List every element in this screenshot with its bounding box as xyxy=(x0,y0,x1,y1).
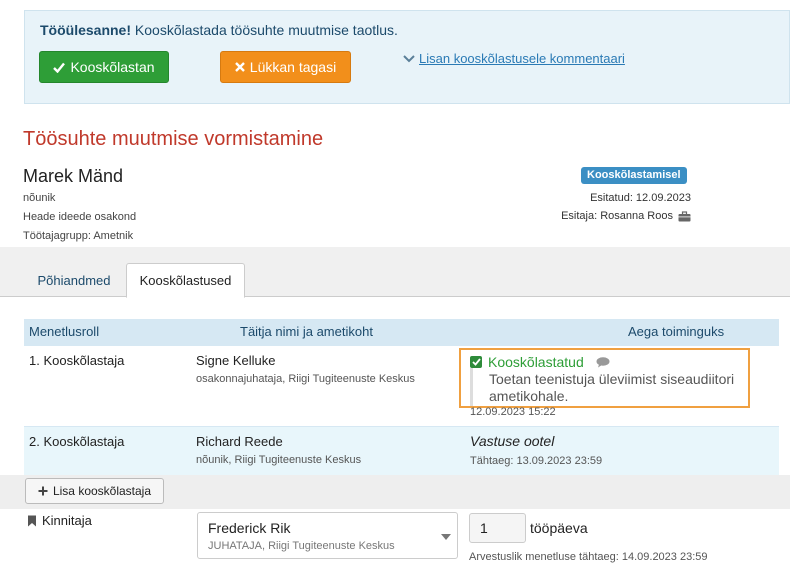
add-comment-link-text: Lisan kooskõlastusele kommentaari xyxy=(419,51,625,66)
workdays-input[interactable]: 1 xyxy=(469,513,526,543)
plus-icon xyxy=(38,486,48,496)
chevron-down-icon xyxy=(403,54,415,62)
check-icon xyxy=(53,62,66,73)
header-time: Aega toiminguks xyxy=(628,324,725,339)
bookmark-icon xyxy=(28,515,36,526)
briefcase-icon[interactable] xyxy=(678,210,691,222)
header-name: Täitja nimi ja ametikoht xyxy=(240,324,373,339)
task-label: Tööülesanne! xyxy=(40,22,132,38)
page-title: Töösuhte muutmise vormistamine xyxy=(23,128,324,150)
workdays-label: tööpäeva xyxy=(530,520,588,536)
approve-button-label: Kooskõlastan xyxy=(70,59,155,75)
table-row: 1. Kooskõlastaja Signe Kelluke osakonnaj… xyxy=(24,346,779,427)
reject-button-label: Lükkan tagasi xyxy=(249,59,337,75)
header-role: Menetlusroll xyxy=(29,324,100,339)
task-text: Tööülesanne! Kooskõlastada töösuhte muut… xyxy=(40,22,398,38)
finalizer-name: Frederick Rik xyxy=(208,520,291,536)
add-comment-link[interactable]: Lisan kooskõlastusele kommentaari xyxy=(403,51,625,66)
finalizer-label: Kinnitaja xyxy=(27,513,92,528)
tab-approvals[interactable]: Kooskõlastused xyxy=(126,263,245,298)
calculated-deadline: Arvestuslik menetluse tähtaeg: 14.09.202… xyxy=(469,551,708,563)
row-name: Signe Kelluke xyxy=(196,353,276,368)
dropdown-arrow-icon[interactable] xyxy=(441,534,451,540)
row-deadline: Tähtaeg: 13.09.2023 23:59 xyxy=(470,455,603,467)
tab-bar: Põhiandmed Kooskõlastused xyxy=(0,247,790,298)
submitter-text: Esitaja: Rosanna Roos xyxy=(561,210,673,222)
waiting-status: Vastuse ootel xyxy=(470,433,555,449)
status-badge: Kooskõlastamisel xyxy=(581,167,687,184)
row-position: osakonnajuhataja, Riigi Tugiteenuste Kes… xyxy=(196,373,415,385)
finalizer-select[interactable]: Frederick Rik JUHATAJA, Riigi Tugiteenus… xyxy=(197,512,458,559)
add-approver-label: Lisa kooskõlastaja xyxy=(52,484,152,498)
approval-time: 12.09.2023 15:22 xyxy=(470,406,556,418)
task-description: Kooskõlastada töösuhte muutmise taotlus. xyxy=(134,22,398,38)
person-position: nõunik xyxy=(23,192,56,204)
approvals-table-header: Menetlusroll Täitja nimi ja ametikoht Ae… xyxy=(24,319,779,346)
finalizer-position: JUHATAJA, Riigi Tugiteenuste Keskus xyxy=(208,540,395,552)
submitter: Esitaja: Rosanna Roos xyxy=(561,210,691,222)
row-name: Richard Reede xyxy=(196,434,283,449)
approval-status-text: Kooskõlastatud xyxy=(488,354,584,370)
approval-comment: Toetan teenistuja üleviimist siseaudiito… xyxy=(489,371,735,404)
comment-quote-bar xyxy=(470,368,473,406)
submitted-date: Esitatud: 12.09.2023 xyxy=(590,192,691,204)
person-name: Marek Mänd xyxy=(23,166,124,186)
comment-icon[interactable] xyxy=(596,356,610,368)
close-icon xyxy=(234,62,245,72)
add-approver-bar: Lisa kooskõlastaja xyxy=(0,475,790,509)
finalizer-label-text: Kinnitaja xyxy=(42,513,92,528)
row-role: 1. Kooskõlastaja xyxy=(29,353,125,368)
approve-button[interactable]: Kooskõlastan xyxy=(39,51,169,83)
table-row: 2. Kooskõlastaja Richard Reede nõunik, R… xyxy=(24,427,779,475)
approval-result: Kooskõlastatud Toetan teenistuja üleviim… xyxy=(459,348,750,408)
row-position: nõunik, Riigi Tugiteenuste Keskus xyxy=(196,454,362,466)
person-department: Heade ideede osakond xyxy=(23,211,137,223)
add-approver-button[interactable]: Lisa kooskõlastaja xyxy=(25,478,164,504)
task-banner: Tööülesanne! Kooskõlastada töösuhte muut… xyxy=(24,10,790,104)
checkbox-checked-icon xyxy=(470,356,482,368)
tab-main-data[interactable]: Põhiandmed xyxy=(24,263,124,297)
row-role: 2. Kooskõlastaja xyxy=(29,434,125,449)
approval-status: Kooskõlastatud xyxy=(470,354,610,370)
reject-button[interactable]: Lükkan tagasi xyxy=(220,51,351,83)
person-group: Töötajagrupp: Ametnik xyxy=(23,230,134,242)
